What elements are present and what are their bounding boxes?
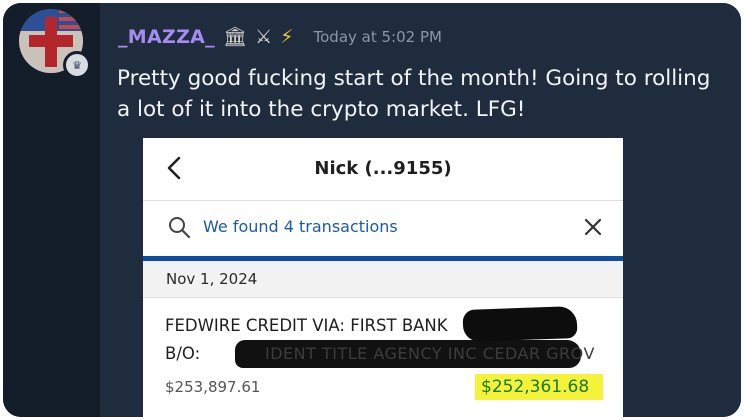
redaction-mark bbox=[462, 306, 578, 342]
lightning-icon[interactable]: ⚡ bbox=[280, 27, 293, 47]
username[interactable]: _MAZZA_ bbox=[118, 26, 215, 48]
bank-icon[interactable]: 🏛 bbox=[223, 27, 247, 47]
crossed-swords-icon[interactable]: ⚔ bbox=[255, 27, 272, 47]
message-text: Pretty good fucking start of the month! … bbox=[117, 66, 711, 122]
attached-image[interactable]: Nick (...9155) We found 4 transactions N… bbox=[143, 138, 623, 417]
date-header: Nov 1, 2024 bbox=[143, 261, 623, 298]
bank-nav-bar: Nick (...9155) bbox=[143, 138, 623, 198]
close-icon bbox=[584, 218, 602, 236]
search-result-text: We found 4 transactions bbox=[203, 217, 398, 236]
redacted-text: IDENT TITLE AGENCY INC CEDAR GROV bbox=[265, 344, 595, 363]
chat-window: ♛ _MAZZA_ 🏛 ⚔ ⚡ Today at 5:02 PM Pretty … bbox=[3, 3, 741, 417]
transaction-date: Nov 1, 2024 bbox=[166, 270, 258, 288]
transaction-originator-label: B/O: bbox=[165, 344, 201, 363]
timestamp: Today at 5:02 PM bbox=[313, 28, 442, 46]
chevron-left-icon bbox=[167, 156, 181, 180]
account-title: Nick (...9155) bbox=[314, 157, 452, 179]
transaction-amount: $252,361.68 bbox=[481, 377, 590, 397]
search-bar: We found 4 transactions bbox=[143, 200, 623, 257]
transaction-description: FEDWIRE CREDIT VIA: FIRST BANK bbox=[165, 316, 448, 335]
running-balance: $253,897.61 bbox=[165, 378, 261, 396]
search-icon bbox=[169, 217, 191, 239]
chef-hat-icon: ♛ bbox=[63, 51, 91, 79]
message-header: _MAZZA_ 🏛 ⚔ ⚡ Today at 5:02 PM bbox=[118, 23, 442, 51]
